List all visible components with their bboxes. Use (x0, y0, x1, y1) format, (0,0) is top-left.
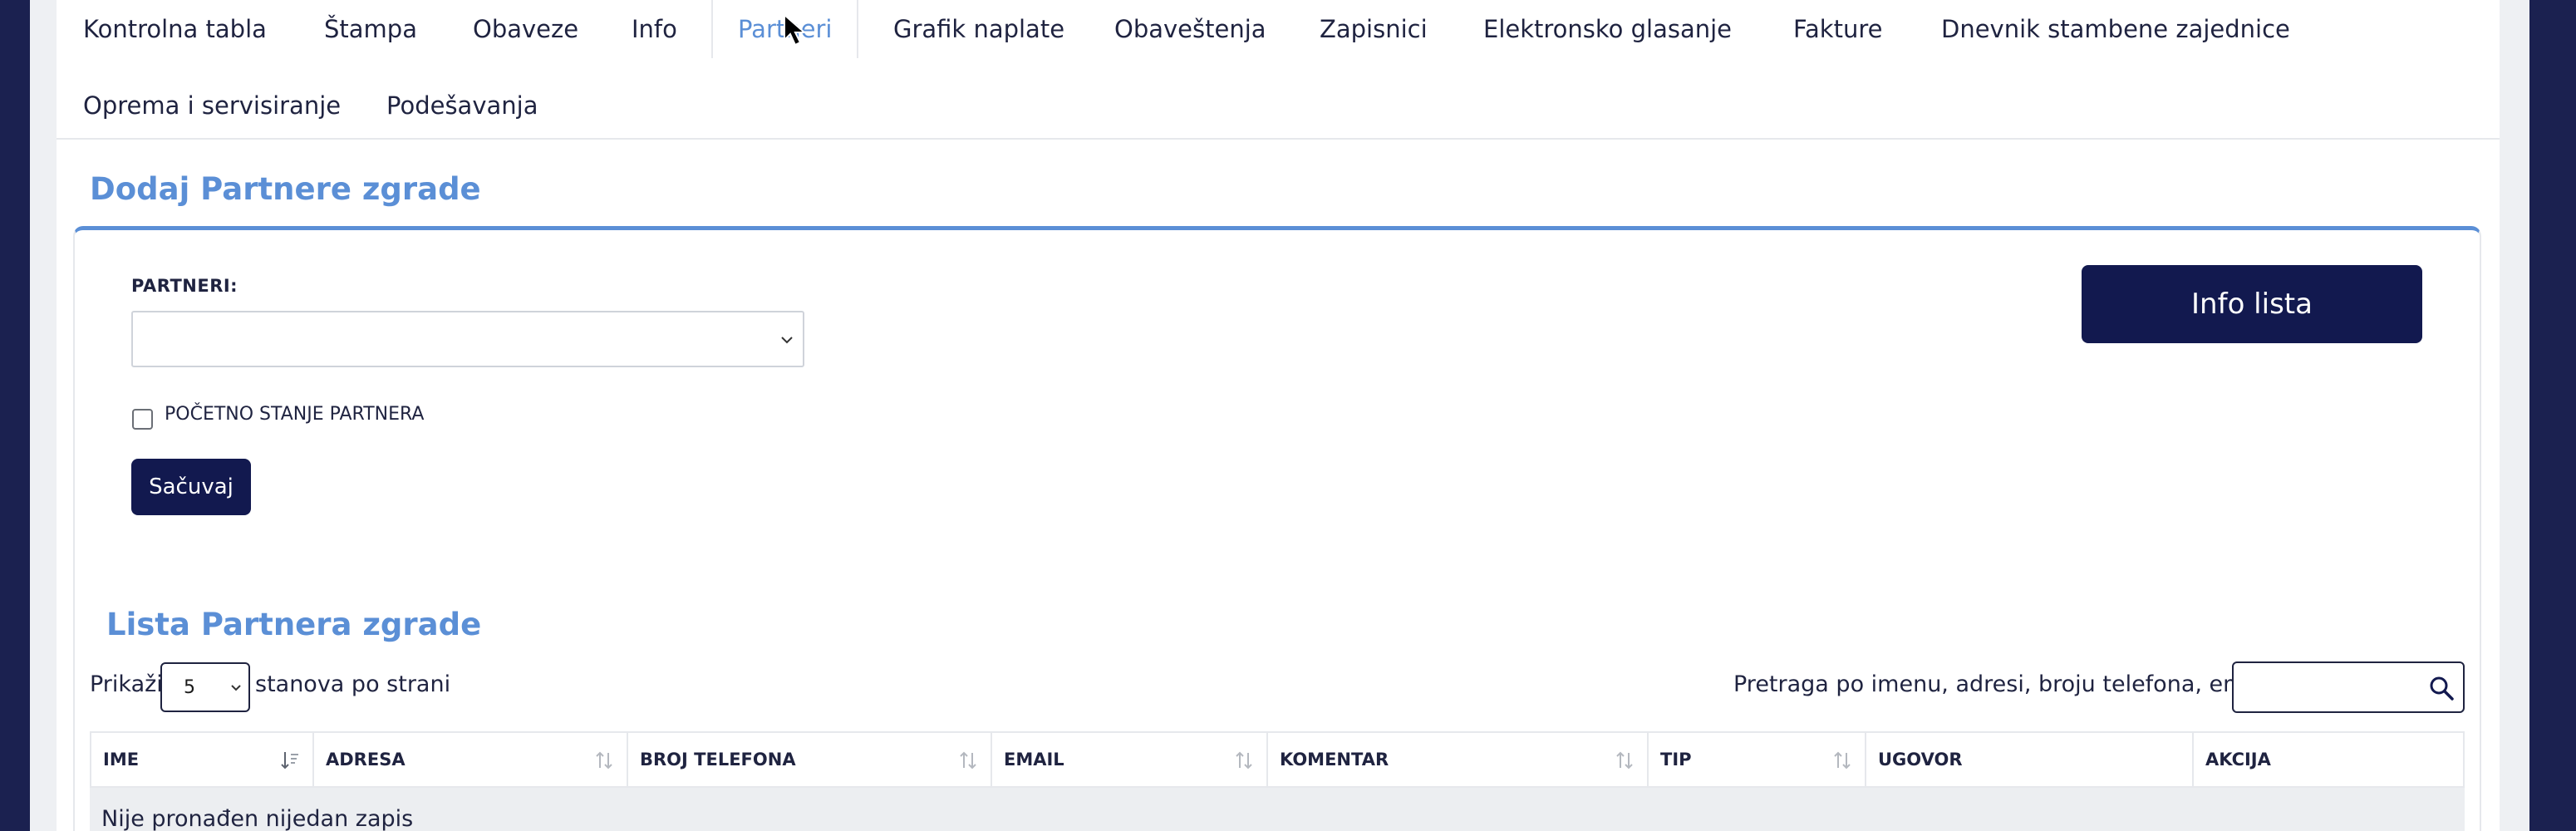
nav-item-elektronsko-glasanje[interactable]: Elektronsko glasanje (1483, 0, 1732, 58)
window-gutter-right (2500, 0, 2529, 831)
top-navigation: Kontrolna tabla Štampa Obaveze Info Part… (57, 0, 2500, 140)
per-page-label: stanova po strani (255, 671, 451, 697)
mouse-pointer-icon (784, 12, 807, 47)
search-label: Pretraga po imenu, adresi, broju telefon… (1733, 671, 2307, 697)
column-header-broj-telefona[interactable]: BROJ TELEFONA (628, 733, 992, 786)
nav-item-podesavanja[interactable]: Podešavanja (386, 76, 538, 135)
column-header-label: KOMENTAR (1280, 750, 1389, 770)
nav-item-info[interactable]: Info (632, 0, 677, 58)
column-header-label: BROJ TELEFONA (640, 750, 796, 770)
nav-item-obavestenja[interactable]: Obaveštenja (1114, 0, 1266, 58)
partners-list-title: Lista Partnera zgrade (106, 607, 482, 642)
sort-icon (1834, 751, 1851, 770)
partners-table-header: IME ADRESA BROJ TELEFONA EMAIL KOMENTAR … (90, 731, 2465, 788)
nav-item-stampa[interactable]: Štampa (324, 0, 417, 58)
sort-icon (1236, 751, 1252, 770)
nav-item-grafik-naplate[interactable]: Grafik naplate (893, 0, 1064, 58)
column-header-label: EMAIL (1004, 750, 1064, 770)
nav-item-kontrolna-tabla[interactable]: Kontrolna tabla (83, 0, 267, 58)
window-frame-left (0, 0, 30, 831)
nav-item-oprema-i-servisiranje[interactable]: Oprema i servisiranje (83, 76, 341, 135)
save-button[interactable]: Sačuvaj (131, 459, 251, 515)
main-page: Kontrolna tabla Štampa Obaveze Info Part… (57, 0, 2500, 831)
chevron-down-icon (781, 337, 793, 344)
column-header-komentar[interactable]: KOMENTAR (1268, 733, 1649, 786)
column-header-label: AKCIJA (2205, 750, 2271, 770)
empty-table-message: Nije pronađen nijedan zapis (101, 806, 414, 831)
column-header-adresa[interactable]: ADRESA (314, 733, 628, 786)
nav-item-dnevnik-stambene-zajednice[interactable]: Dnevnik stambene zajednice (1941, 0, 2290, 58)
per-page-value: 5 (184, 677, 195, 698)
window-gutter-left (30, 0, 57, 831)
partners-label: PARTNERI: (131, 276, 238, 296)
sort-desc-icon (281, 752, 298, 770)
column-header-label: TIP (1660, 750, 1692, 770)
nav-item-fakture[interactable]: Fakture (1793, 0, 1882, 58)
column-header-label: ADRESA (326, 750, 406, 770)
search-input[interactable] (2232, 661, 2465, 713)
column-header-email[interactable]: EMAIL (992, 733, 1268, 786)
partners-select[interactable] (131, 311, 804, 367)
sort-icon (960, 751, 976, 770)
nav-item-obaveze[interactable]: Obaveze (473, 0, 578, 58)
nav-item-zapisnici[interactable]: Zapisnici (1320, 0, 1428, 58)
chevron-down-icon (231, 685, 241, 691)
search-icon[interactable] (2428, 675, 2455, 701)
per-page-select[interactable]: 5 (160, 662, 250, 712)
column-header-ugovor: UGOVOR (1866, 733, 2194, 786)
column-header-label: IME (103, 750, 140, 770)
initial-state-label: POČETNO STANJE PARTNERA (165, 404, 425, 425)
column-header-tip[interactable]: TIP (1649, 733, 1866, 786)
show-label: Prikaži (90, 671, 163, 697)
sort-icon (596, 751, 612, 770)
column-header-akcija: AKCIJA (2194, 733, 2463, 786)
column-header-ime[interactable]: IME (91, 733, 314, 786)
sort-icon (1616, 751, 1633, 770)
add-partners-title: Dodaj Partnere zgrade (90, 171, 481, 207)
window-frame-right (2529, 0, 2576, 831)
table-row-empty (90, 788, 2465, 831)
info-list-button[interactable]: Info lista (2082, 265, 2422, 343)
initial-state-checkbox[interactable] (132, 409, 153, 430)
column-header-label: UGOVOR (1878, 750, 1963, 770)
